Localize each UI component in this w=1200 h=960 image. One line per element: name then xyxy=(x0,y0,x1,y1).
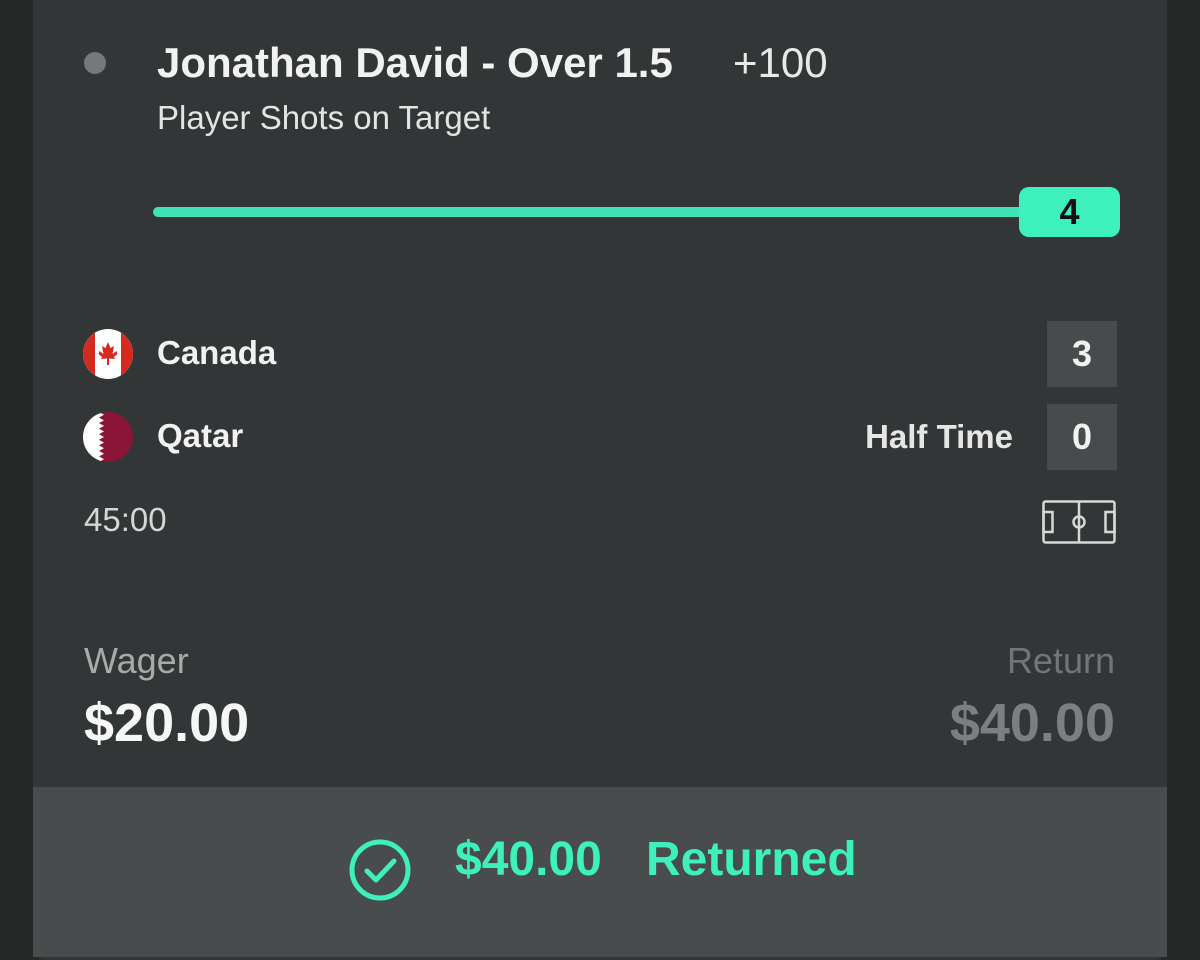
returned-amount: $40.00 xyxy=(455,833,602,886)
return-amount: $40.00 xyxy=(949,693,1115,753)
return-label: Return xyxy=(1006,640,1115,681)
wager-amount: $20.00 xyxy=(84,693,250,753)
away-team-score: 0 xyxy=(1047,404,1117,470)
canada-flag-icon xyxy=(83,329,133,379)
qatar-flag-icon xyxy=(83,412,133,462)
home-team-score: 3 xyxy=(1047,321,1117,387)
match-period: Half Time xyxy=(865,418,1013,455)
soccer-pitch-icon[interactable] xyxy=(1042,500,1116,544)
match-clock: 45:00 xyxy=(84,501,167,538)
status-dot xyxy=(84,52,106,74)
bet-odds: +100 xyxy=(733,39,828,86)
progress-fill xyxy=(153,207,1033,217)
away-team-name: Qatar xyxy=(157,417,244,454)
check-circle-icon xyxy=(349,839,411,901)
bet-selection: Jonathan David - Over 1.5 xyxy=(157,39,673,86)
returned-label: Returned xyxy=(646,833,857,886)
wager-label: Wager xyxy=(84,640,189,681)
progress-track xyxy=(153,207,1033,217)
bet-market: Player Shots on Target xyxy=(157,99,491,136)
home-team-name: Canada xyxy=(157,334,277,371)
progress-count-badge: 4 xyxy=(1019,187,1120,237)
